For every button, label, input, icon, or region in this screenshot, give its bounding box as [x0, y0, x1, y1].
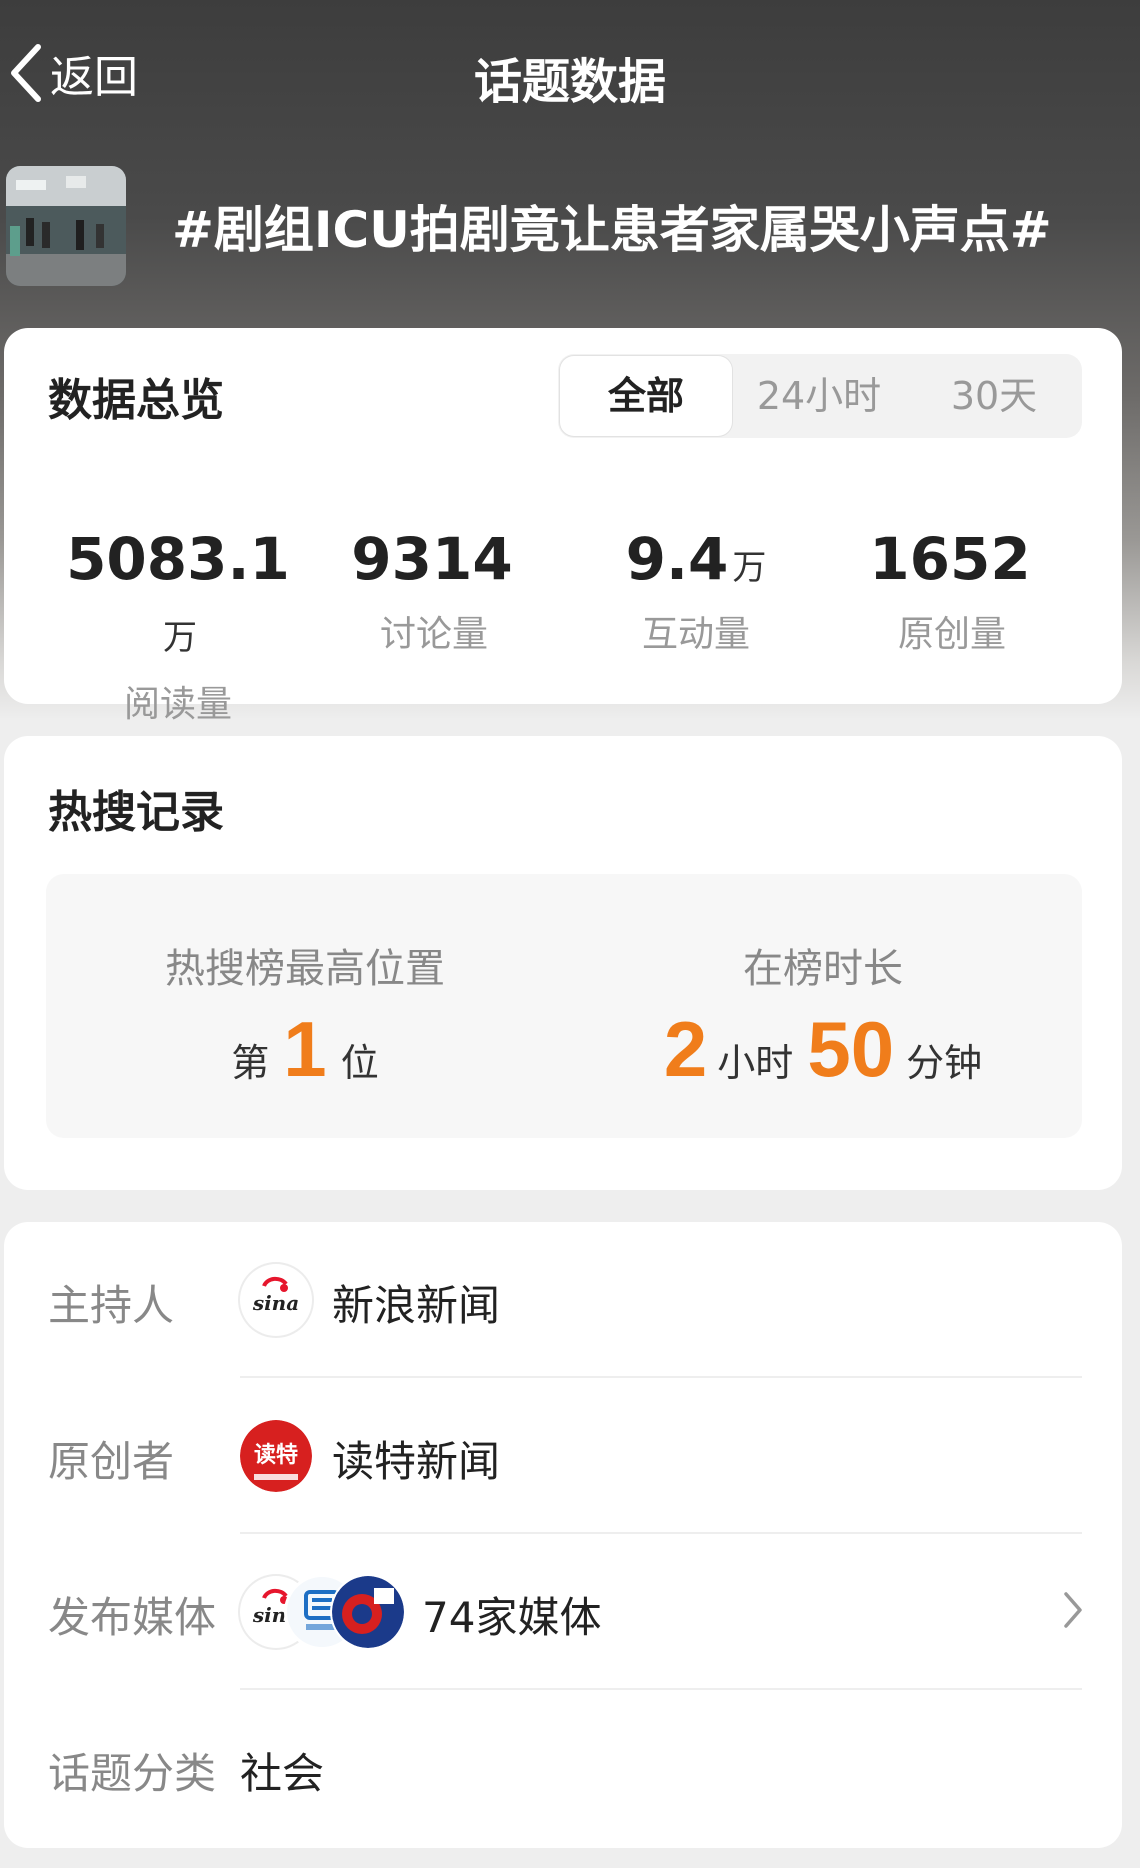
- stat-originals: 1652 原创量: [822, 524, 1082, 657]
- chart-duration: 在榜时长 2 小时 50 分钟: [564, 874, 1082, 1138]
- stat-value: 5083.1万: [66, 525, 290, 658]
- stat-label: 阅读量: [123, 684, 232, 725]
- stat-label: 原创量: [897, 614, 1006, 655]
- host-row: 主持人 sina 新浪新闻: [4, 1222, 1122, 1378]
- creator-label: 原创者: [48, 1437, 175, 1486]
- host-name[interactable]: 新浪新闻: [332, 1272, 500, 1333]
- nav-bar: 返回 话题数据: [0, 0, 1140, 140]
- creator-name[interactable]: 读特新闻: [332, 1428, 500, 1489]
- creator-row: 原创者 读特 读特新闻: [4, 1378, 1122, 1534]
- stat-reads: 5083.1万 阅读量: [48, 524, 308, 727]
- topic-info-card: 主持人 sina 新浪新闻 原创者 读特 读特新闻 发布媒体 sina 74家媒…: [4, 1222, 1122, 1848]
- hot-search-card: 热搜记录 热搜榜最高位置 第 1 位 在榜时长 2 小时 50 分钟: [4, 736, 1122, 1190]
- tab-24h[interactable]: 24小时: [732, 354, 906, 438]
- media-avatar-third: [332, 1576, 404, 1648]
- chevron-right-icon[interactable]: [1062, 1590, 1084, 1630]
- media-label: 发布媒体: [48, 1593, 217, 1642]
- dute-avatar[interactable]: 读特: [240, 1420, 312, 1492]
- host-label: 主持人: [48, 1281, 175, 1330]
- sina-avatar[interactable]: sina: [240, 1264, 312, 1336]
- stat-value: 9314: [351, 525, 513, 593]
- media-count[interactable]: 74家媒体: [422, 1584, 601, 1645]
- hot-search-title: 热搜记录: [48, 787, 224, 838]
- media-row[interactable]: 发布媒体 sina 74家媒体: [4, 1534, 1122, 1690]
- stat-discussions: 9314 讨论量: [304, 524, 564, 657]
- peak-rank-value: 第 1 位: [231, 1005, 379, 1093]
- stat-label: 讨论量: [379, 614, 488, 655]
- time-range-tabs: 全部 24小时 30天: [558, 354, 1082, 438]
- topic-thumbnail: [6, 166, 126, 286]
- overview-card: 数据总览 全部 24小时 30天 5083.1万 阅读量 9314 讨论量 9.…: [4, 328, 1122, 725]
- dute-logo-text: 读特: [254, 1442, 298, 1468]
- category-row: 话题分类 社会: [4, 1690, 1122, 1846]
- overview-title: 数据总览: [48, 375, 224, 426]
- tab-all[interactable]: 全部: [560, 356, 732, 436]
- sina-logo-text: sina: [252, 1291, 299, 1315]
- page-title: 话题数据: [473, 54, 666, 110]
- category-label: 话题分类: [48, 1749, 217, 1798]
- duration-label: 在榜时长: [743, 946, 903, 992]
- stat-interactions: 9.4 万 互动量: [566, 524, 826, 657]
- stat-label: 互动量: [641, 614, 750, 655]
- hot-search-panel: 热搜榜最高位置 第 1 位 在榜时长 2 小时 50 分钟: [46, 874, 1082, 1138]
- tab-30d[interactable]: 30天: [906, 354, 1082, 438]
- peak-rank: 热搜榜最高位置 第 1 位: [46, 874, 564, 1138]
- stat-value: 9.4 万: [625, 525, 767, 593]
- stat-value: 1652: [869, 525, 1031, 593]
- category-value: 社会: [240, 1749, 325, 1798]
- duration-value: 2 小时 50 分钟: [663, 1005, 983, 1093]
- topic-title: #剧组ICU拍剧竟让患者家属哭小声点#: [172, 201, 1052, 259]
- peak-rank-label: 热搜榜最高位置: [165, 946, 445, 992]
